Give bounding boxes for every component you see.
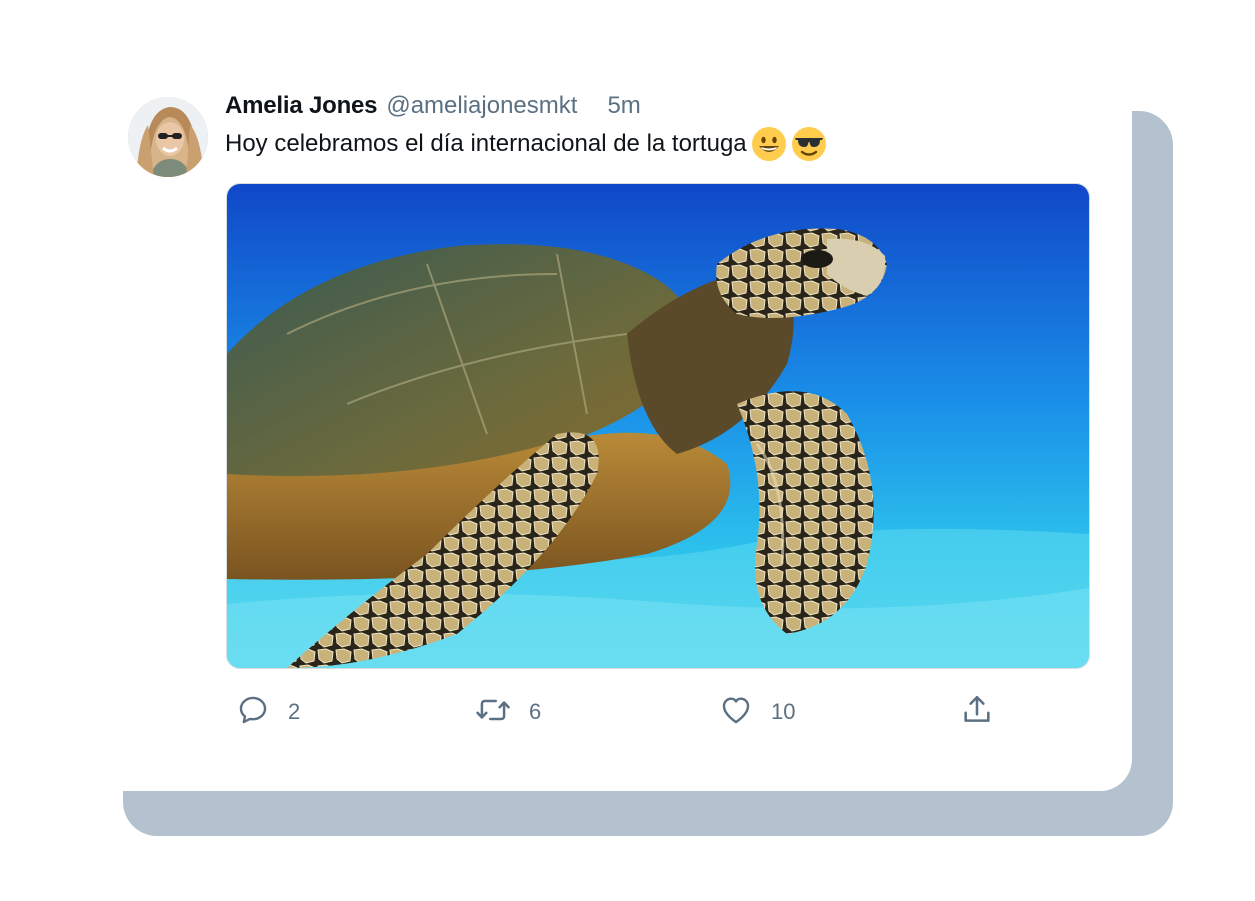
retweet-button[interactable]: 6 [475, 690, 541, 734]
tweet-image[interactable] [226, 183, 1090, 669]
reply-button[interactable]: 2 [236, 690, 300, 734]
author-name[interactable]: Amelia Jones [225, 92, 378, 120]
tweet-actions: 2 6 10 [0, 690, 1255, 734]
tweet-header: Amelia Jones @ameliajonesmkt 5m [225, 92, 641, 122]
like-button[interactable]: 10 [719, 690, 795, 734]
retweet-count: 6 [529, 699, 542, 724]
author-handle[interactable]: @ameliajonesmkt [386, 92, 577, 120]
heart-icon [719, 693, 753, 732]
tweet-time[interactable]: 5m [607, 92, 640, 120]
avatar[interactable] [128, 97, 208, 177]
reply-count: 2 [288, 699, 301, 724]
reply-icon [236, 693, 270, 732]
share-button[interactable] [960, 690, 994, 734]
smiling-face-with-sunglasses-icon [791, 126, 827, 162]
retweet-icon [475, 693, 511, 732]
tweet-text: Hoy celebramos el día internacional de l… [225, 130, 747, 157]
tweet-body: Hoy celebramos el día internacional de l… [225, 124, 827, 164]
share-icon [960, 693, 994, 732]
like-count: 10 [771, 699, 796, 724]
grinning-face-icon [751, 126, 787, 162]
